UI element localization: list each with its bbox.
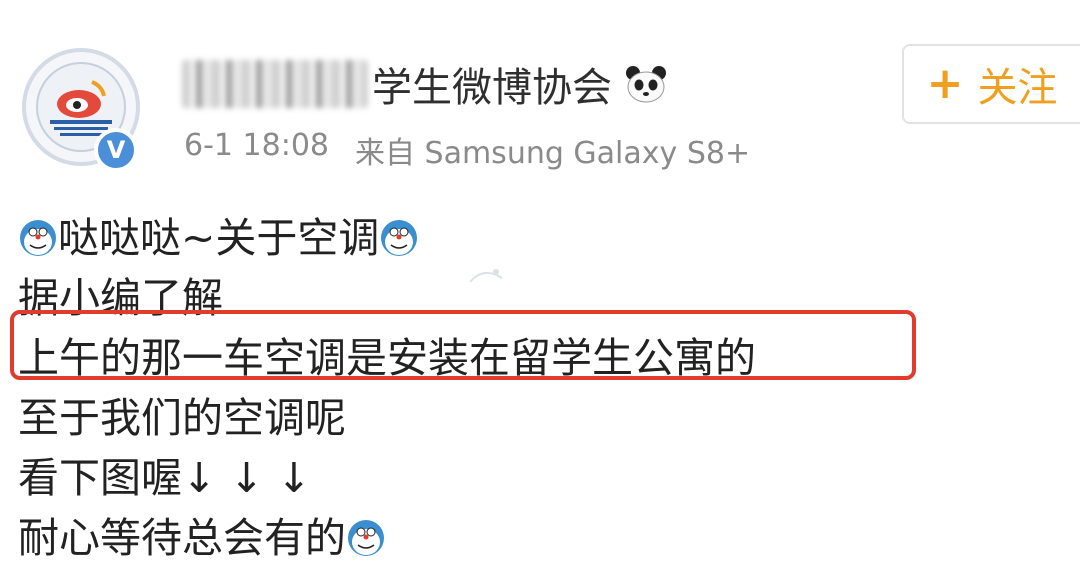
post-line-text: 耐心等待总会有的 bbox=[18, 514, 346, 562]
doraemon-emoji-icon bbox=[381, 220, 418, 256]
post-meta: 6-1 18:08 来自 Samsung Galaxy S8+ bbox=[184, 128, 750, 172]
follow-button[interactable]: + 关注 bbox=[902, 44, 1080, 124]
post-source: 来自 Samsung Galaxy S8+ bbox=[355, 136, 751, 171]
verified-badge-icon: V bbox=[94, 128, 138, 172]
follow-label: 关注 bbox=[977, 65, 1058, 111]
post-line: 至于我们的空调呢 bbox=[18, 394, 346, 442]
red-highlight-box bbox=[10, 310, 916, 380]
doraemon-emoji-icon bbox=[348, 520, 384, 556]
post-time: 6-1 18:08 bbox=[184, 128, 329, 163]
post-line: 看下图喔↓ ↓ ↓ bbox=[18, 454, 312, 502]
post-line: 哒哒哒~关于空调 bbox=[18, 208, 756, 268]
account-name-text: 学生微博协会 bbox=[372, 65, 612, 111]
doraemon-emoji-icon bbox=[20, 220, 56, 256]
post-body: 哒哒哒~关于空调 据小编了解 上午的那一车空调是安装在留学生公寓的 至于我们的空… bbox=[18, 208, 756, 568]
plus-icon: + bbox=[926, 58, 964, 109]
account-name[interactable]: 学生微博协会 bbox=[182, 52, 668, 116]
post-line: 耐心等待总会有的 bbox=[18, 508, 756, 568]
blurred-name-prefix bbox=[182, 60, 368, 108]
panda-emoji-icon bbox=[626, 66, 666, 103]
post-line-text: 哒哒哒~关于空调 bbox=[58, 214, 380, 262]
